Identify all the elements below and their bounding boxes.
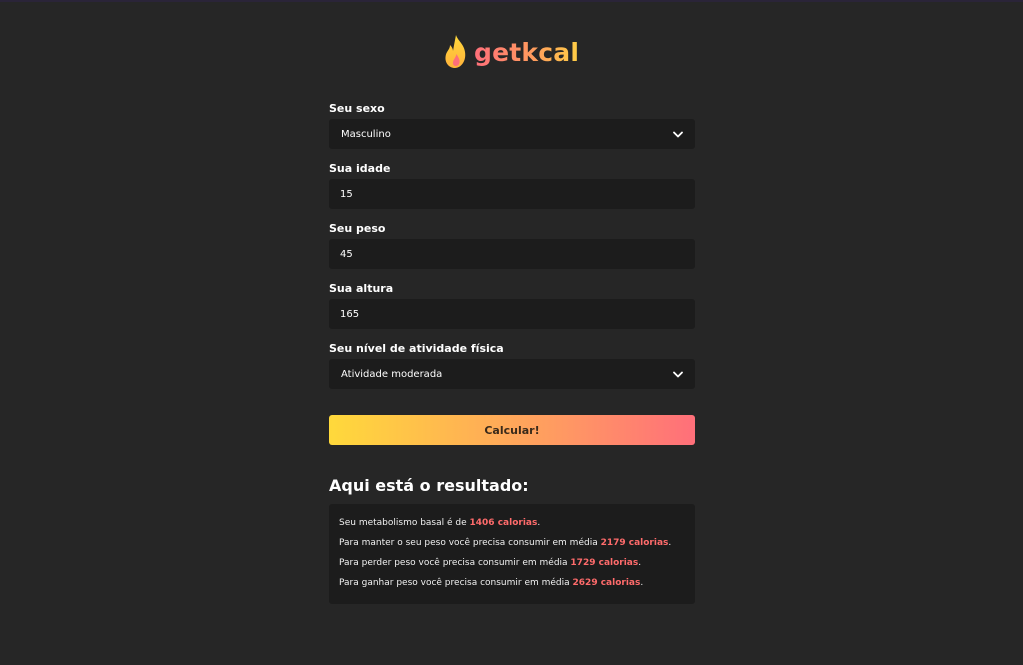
- altura-input[interactable]: 165: [329, 299, 695, 329]
- result-line-basal: Seu metabolismo basal é de 1406 calorias…: [339, 516, 685, 536]
- result-box: Seu metabolismo basal é de 1406 calorias…: [329, 504, 695, 604]
- result-text: Para manter o seu peso você precisa cons…: [339, 538, 601, 548]
- result-suffix: .: [640, 578, 644, 588]
- field-sexo: Seu sexo Masculino: [329, 101, 695, 150]
- altura-label: Sua altura: [329, 282, 394, 295]
- idade-input[interactable]: 15: [329, 179, 695, 209]
- result-line-perder: Para perder peso você precisa consumir e…: [339, 556, 685, 576]
- peso-input[interactable]: 45: [329, 239, 695, 269]
- chevron-down-icon: [673, 131, 683, 138]
- result-suffix: .: [537, 518, 541, 528]
- result-value: 2629 calorias: [572, 578, 641, 588]
- result-value: 2179 calorias: [600, 538, 669, 548]
- result-title: Aqui está o resultado:: [329, 476, 529, 495]
- result-line-manter: Para manter o seu peso você precisa cons…: [339, 536, 685, 556]
- result-value: 1406 calorias: [469, 518, 538, 528]
- flame-icon: [443, 34, 469, 70]
- calorie-form: Seu sexo Masculino Sua idade 15 Seu peso…: [329, 101, 695, 401]
- peso-label: Seu peso: [329, 222, 386, 235]
- field-atividade: Seu nível de atividade física Atividade …: [329, 341, 695, 390]
- top-border: [0, 0, 1023, 2]
- result-suffix: .: [638, 558, 642, 568]
- calcular-button[interactable]: Calcular!: [329, 415, 695, 445]
- field-altura: Sua altura 165: [329, 281, 695, 330]
- field-peso: Seu peso 45: [329, 221, 695, 270]
- sexo-value: Masculino: [341, 128, 391, 140]
- result-value: 1729 calorias: [570, 558, 639, 568]
- altura-value: 165: [340, 308, 360, 320]
- sexo-select[interactable]: Masculino: [329, 119, 695, 149]
- logo: getkcal: [443, 34, 579, 70]
- brand-name: getkcal: [474, 37, 580, 67]
- result-text: Seu metabolismo basal é de: [339, 518, 470, 528]
- result-suffix: .: [668, 538, 672, 548]
- field-idade: Sua idade 15: [329, 161, 695, 210]
- atividade-select[interactable]: Atividade moderada: [329, 359, 695, 389]
- chevron-down-icon: [673, 371, 683, 378]
- sexo-label: Seu sexo: [329, 102, 385, 115]
- atividade-value: Atividade moderada: [341, 368, 443, 380]
- result-line-ganhar: Para ganhar peso você precisa consumir e…: [339, 576, 685, 596]
- atividade-label: Seu nível de atividade física: [329, 342, 504, 355]
- idade-label: Sua idade: [329, 162, 391, 175]
- result-text: Para ganhar peso você precisa consumir e…: [339, 578, 573, 588]
- peso-value: 45: [340, 248, 353, 260]
- idade-value: 15: [340, 188, 353, 200]
- result-text: Para perder peso você precisa consumir e…: [339, 558, 571, 568]
